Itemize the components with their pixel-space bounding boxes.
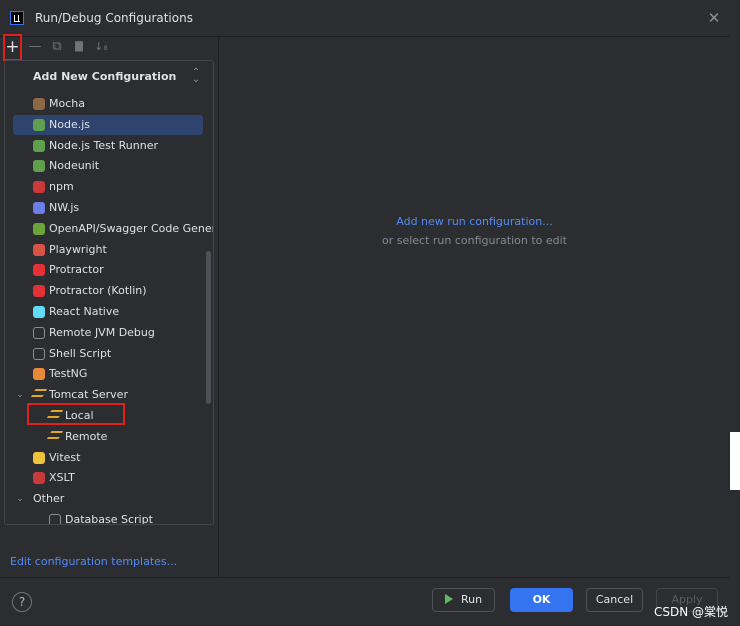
protractor-icon: [33, 264, 45, 277]
config-item-react-native[interactable]: React Native: [13, 302, 203, 322]
mocha-icon: [33, 98, 45, 110]
nodejs-icon: [33, 118, 45, 131]
config-item-nw-js[interactable]: NW.js: [13, 198, 203, 218]
config-toolbar: + — ⧉ ▇ ↓₈: [0, 34, 218, 61]
intellij-logo-icon: [10, 11, 24, 25]
config-item-label: Protractor: [49, 263, 104, 277]
openapi-icon: [33, 222, 45, 235]
config-item-remote-jvm-debug[interactable]: Remote JVM Debug: [13, 323, 203, 343]
nodejs-test-icon: [33, 139, 45, 152]
title-bar: Run/Debug Configurations ✕: [0, 0, 730, 37]
remote-debug-icon: [33, 326, 45, 339]
config-item-label: XSLT: [49, 471, 75, 485]
config-item-other[interactable]: ⌄ Other: [13, 489, 203, 509]
vitest-icon: [33, 451, 45, 464]
chevron-down-icon[interactable]: ⌄: [15, 489, 25, 509]
dialog-footer: ? Run OK Cancel Apply: [0, 577, 730, 626]
copy-icon[interactable]: ⧉: [47, 37, 67, 57]
panel-divider: [218, 37, 219, 577]
tomcat-icon: [30, 389, 48, 398]
collapse-icon[interactable]: ⌃ ⌄: [189, 68, 203, 85]
help-icon[interactable]: ?: [12, 592, 32, 612]
config-item-label: Playwright: [49, 242, 107, 256]
folder-icon[interactable]: ▇: [69, 37, 89, 57]
add-configuration-button[interactable]: +: [3, 34, 22, 61]
config-item-label: Protractor (Kotlin): [49, 284, 147, 298]
config-item-label: React Native: [49, 305, 120, 318]
config-item-label: Database Script: [65, 513, 153, 525]
cancel-button[interactable]: Cancel: [586, 588, 643, 612]
config-item-remote[interactable]: Remote: [13, 427, 203, 447]
config-item-testng[interactable]: TestNG: [13, 364, 203, 384]
run-label: Run: [460, 593, 483, 606]
config-item-vitest[interactable]: Vitest: [13, 448, 203, 468]
add-new-configuration-popup: Add New Configuration ⌃ ⌄ Mocha Node.js Nod…: [4, 60, 214, 525]
config-item-label: Node.js: [49, 117, 90, 131]
dialog-title: Run/Debug Configurations: [35, 11, 193, 25]
config-item-database-script[interactable]: Database Script: [13, 510, 203, 525]
config-item-playwright[interactable]: Playwright: [13, 240, 203, 260]
run-button[interactable]: Run: [432, 588, 495, 612]
ok-button[interactable]: OK: [510, 588, 573, 612]
popup-header: Add New Configuration ⌃ ⌄: [5, 61, 213, 93]
playwright-icon: [33, 243, 45, 256]
background-window-edge: [730, 0, 740, 626]
xslt-icon: [33, 472, 45, 485]
config-item-label: OpenAPI/Swagger Code Generat: [49, 221, 214, 235]
config-item-label: Nodeunit: [49, 159, 100, 173]
config-item-label: Shell Script: [49, 346, 112, 360]
play-icon: [444, 594, 453, 604]
list-scrollbar[interactable]: [206, 251, 211, 404]
nwjs-icon: [33, 202, 45, 214]
config-item-label: npm: [49, 180, 74, 194]
sort-icon[interactable]: ↓₈: [91, 37, 111, 57]
config-item-label: TestNG: [49, 367, 88, 381]
config-item-label: Node.js Test Runner: [49, 138, 159, 152]
watermark: CSDN @棠悦: [654, 605, 729, 619]
annotation-highlight-local: [27, 403, 125, 425]
configuration-type-list: Mocha Node.js Node.js Test Runner Nodeunit n…: [5, 93, 213, 525]
popup-title: Add New Configuration: [33, 70, 177, 83]
config-item-protractor[interactable]: Protractor: [13, 260, 203, 280]
config-item-mocha[interactable]: Mocha: [13, 94, 203, 114]
testng-icon: [33, 368, 45, 381]
react-icon: [33, 306, 45, 318]
edge-piece: [730, 490, 740, 626]
config-item-label: NW.js: [49, 201, 80, 214]
database-icon: [49, 514, 61, 524]
config-item-node-js[interactable]: Node.js: [13, 114, 203, 135]
config-item-node-js-test-runner[interactable]: Node.js Test Runner: [13, 136, 203, 156]
close-icon[interactable]: ✕: [706, 10, 722, 26]
npm-icon: [33, 181, 45, 194]
protractor-kotlin-icon: [33, 285, 45, 298]
config-item-label: Mocha: [49, 97, 85, 110]
config-item-label: Remote JVM Debug: [49, 325, 155, 339]
edge-piece: [730, 0, 740, 432]
chevron-down-icon[interactable]: ⌄: [15, 385, 25, 405]
config-item-xslt[interactable]: XSLT: [13, 468, 203, 488]
config-item-label: Other: [33, 492, 65, 506]
nodeunit-icon: [33, 160, 45, 173]
remove-icon[interactable]: —: [25, 37, 45, 57]
tomcat-remote-icon: [46, 430, 64, 439]
edit-templates-link[interactable]: Edit configuration templates...: [10, 555, 177, 568]
config-item-nodeunit[interactable]: Nodeunit: [13, 156, 203, 176]
config-item-label: Remote: [65, 429, 108, 443]
config-item-protractor-kotlin[interactable]: Protractor (Kotlin): [13, 281, 203, 301]
run-debug-dialog: Run/Debug Configurations ✕ + — ⧉ ▇ ↓₈ Ad…: [0, 0, 730, 626]
add-run-configuration-link[interactable]: Add new run configuration...: [219, 215, 730, 228]
shell-icon: [33, 347, 45, 360]
select-configuration-hint: or select run configuration to edit: [381, 234, 567, 247]
config-item-label: Vitest: [49, 450, 81, 464]
config-item-npm[interactable]: npm: [13, 177, 203, 197]
config-item-openapi-swagger-code-generat[interactable]: OpenAPI/Swagger Code Generat: [13, 219, 213, 239]
config-item-shell-script[interactable]: Shell Script: [13, 344, 203, 364]
